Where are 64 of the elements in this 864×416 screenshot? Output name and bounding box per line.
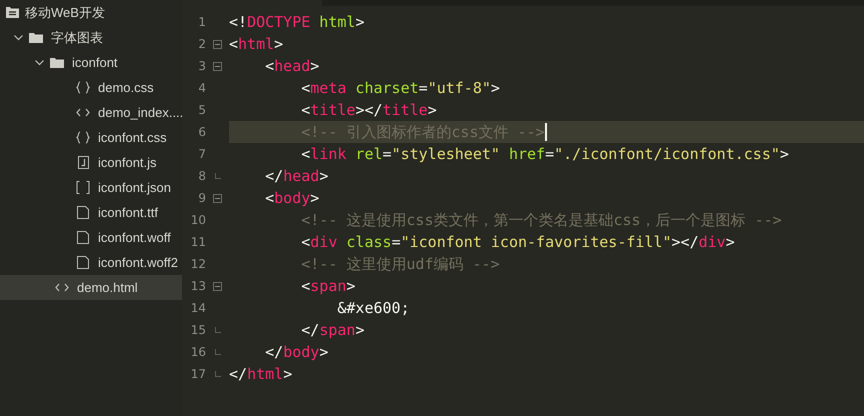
collapse-icon[interactable]: [213, 40, 222, 48]
line-number: 13: [190, 278, 206, 295]
line-number: 4: [197, 80, 206, 97]
code-line: <meta charset="utf-8">: [300, 78, 501, 99]
angle-brackets-icon: [76, 108, 90, 117]
line-number: 2: [197, 36, 206, 53]
line-number: 17: [190, 366, 206, 383]
line-number: 16: [190, 344, 206, 361]
folder-icon: [29, 32, 43, 43]
tree-item[interactable]: demo.html: [0, 275, 182, 300]
line-number: 12: [190, 256, 206, 273]
file-icon: [77, 206, 89, 219]
tree-item[interactable]: demo.css: [0, 75, 182, 100]
line-number: 6: [197, 124, 206, 141]
tree-item[interactable]: iconfont.woff2: [0, 250, 182, 275]
line-number: 15: [190, 322, 206, 339]
code-line: <!-- 这是使用css类文件，第一个类名是基础css，后一个是图标 -->: [300, 210, 783, 231]
tree-item[interactable]: iconfont.js: [0, 150, 182, 175]
line-number: 5: [197, 102, 206, 119]
line-number: 9: [197, 190, 206, 207]
tree-item[interactable]: iconfont: [0, 50, 182, 75]
line-number: 10: [190, 212, 206, 229]
code-line: <body>: [264, 188, 320, 209]
code-line: <html>: [229, 34, 284, 55]
tree-item[interactable]: iconfont.ttf: [0, 200, 182, 225]
code-line: </html>: [229, 364, 294, 385]
code-line: <span>: [300, 276, 356, 297]
collapse-icon[interactable]: [213, 194, 222, 202]
code-line: &#xe600;: [336, 298, 411, 319]
line-number: 14: [190, 300, 206, 317]
tree-item[interactable]: iconfont.json: [0, 175, 182, 200]
chevron-down-icon: [35, 60, 44, 66]
code-line: </head>: [264, 166, 330, 187]
code-line: <head>: [264, 56, 320, 77]
code-line: <title></title>: [300, 100, 438, 121]
folder-icon: [50, 57, 64, 68]
tree-item[interactable]: iconfont.woff: [0, 225, 182, 250]
script-file-icon: [78, 156, 88, 169]
file-icon: [77, 231, 89, 244]
line-number: 7: [197, 146, 206, 163]
braces-icon: [76, 81, 90, 94]
code-line: <div class="iconfont icon-favorites-fill"></div>: [300, 232, 736, 253]
line-number: 11: [190, 234, 206, 251]
tree-item[interactable]: demo_index....: [0, 100, 182, 125]
tree-item[interactable]: 字体图表: [0, 25, 182, 50]
text-cursor: [544, 123, 547, 141]
code-line: <!-- 这里使用udf编码 -->: [300, 254, 501, 275]
collapse-icon[interactable]: [213, 282, 222, 290]
code-line: </span>: [300, 320, 366, 341]
line-number: 3: [197, 58, 206, 75]
collapse-icon[interactable]: [213, 62, 222, 70]
line-number: 1: [197, 14, 206, 31]
line-number: 8: [197, 168, 206, 185]
code-line: <!DOCTYPE html>: [229, 12, 366, 33]
code-line: <link rel="stylesheet" href="./iconfont/iconfont.css">: [300, 144, 790, 165]
code-line: </body>: [264, 342, 330, 363]
tree-item[interactable]: iconfont.css: [0, 125, 182, 150]
braces-icon: [76, 131, 90, 144]
project-icon: [6, 7, 19, 18]
tree-item[interactable]: 移动WeB开发: [0, 0, 182, 25]
chevron-down-icon: [14, 34, 23, 40]
angle-brackets-icon: [55, 283, 69, 292]
square-brackets-icon: [76, 181, 90, 194]
file-icon: [77, 256, 89, 269]
